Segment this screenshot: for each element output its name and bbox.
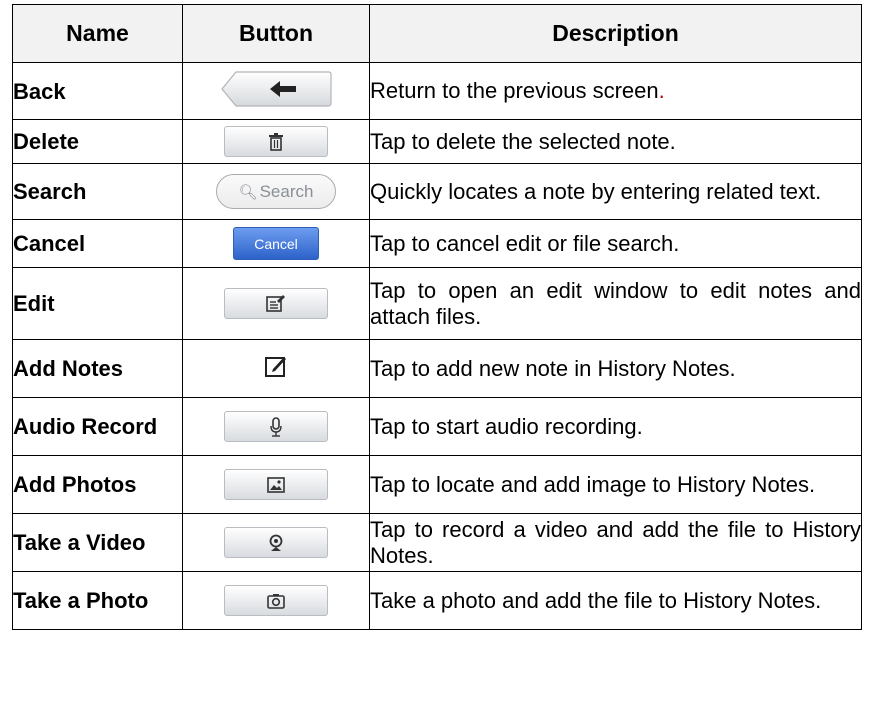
back-button[interactable]: [220, 70, 332, 107]
camera-icon: [267, 593, 285, 609]
table-row: Take a Photo Take a photo and add the fi…: [12, 571, 862, 630]
table-row: Delete Tap to delete the selected note.: [12, 119, 862, 164]
row-description: Tap to add new note in History Notes.: [369, 339, 862, 398]
row-name: Take a Video: [12, 513, 183, 572]
table-row: Back Return to the previous screen.: [12, 62, 862, 120]
back-arrow-icon: [221, 70, 332, 107]
cancel-button[interactable]: Cancel: [233, 227, 319, 260]
take-photo-button[interactable]: [224, 585, 328, 616]
header-row: Name Button Description: [12, 4, 862, 63]
row-description: Tap to start audio recording.: [369, 397, 862, 456]
edit-icon: [266, 294, 285, 312]
row-name: Cancel: [12, 219, 183, 268]
row-description: Tap to record a video and add the file t…: [369, 513, 862, 572]
search-button[interactable]: 🔍︎ Search: [216, 174, 336, 209]
compose-icon: [265, 357, 286, 377]
row-name: Add Notes: [12, 339, 183, 398]
row-description: Tap to locate and add image to History N…: [369, 455, 862, 514]
search-button-label: Search: [259, 181, 314, 201]
image-icon: [267, 476, 285, 493]
webcam-icon: [269, 534, 283, 551]
add-notes-button[interactable]: [264, 354, 288, 383]
table-row: Add Notes Tap to add new note in History…: [12, 339, 862, 398]
row-description: Return to the previous screen: [370, 78, 659, 103]
row-name: Edit: [12, 267, 183, 340]
row-description: Take a photo and add the file to History…: [369, 571, 862, 630]
edit-button[interactable]: [224, 288, 328, 319]
table-row: Cancel Cancel Tap to cancel edit or file…: [12, 219, 862, 268]
row-description: Quickly locates a note by entering relat…: [369, 163, 862, 220]
row-name: Add Photos: [12, 455, 183, 514]
row-name: Audio Record: [12, 397, 183, 456]
trash-icon: [269, 132, 283, 151]
search-icon: 🔍︎: [238, 183, 258, 201]
row-description-period: .: [658, 78, 665, 103]
take-video-button[interactable]: [224, 527, 328, 558]
table-row: Add Photos Tap to locate and add image t…: [12, 455, 862, 514]
button-reference-table: Name Button Description Back Return to t…: [12, 4, 862, 630]
table-row: Take a Video Tap to record a video and a…: [12, 513, 862, 572]
audio-record-button[interactable]: [224, 411, 328, 442]
row-description: Tap to delete the selected note.: [369, 119, 862, 164]
header-button: Button: [182, 4, 370, 63]
row-name: Delete: [12, 119, 183, 164]
row-description: Tap to open an edit window to edit notes…: [369, 267, 862, 340]
table-row: Search 🔍︎ Search Quickly locates a note b…: [12, 163, 862, 220]
delete-button[interactable]: [224, 126, 328, 157]
row-name: Back: [12, 62, 183, 120]
add-photos-button[interactable]: [224, 469, 328, 500]
header-description: Description: [369, 4, 862, 63]
header-name: Name: [12, 4, 183, 63]
microphone-icon: [270, 416, 282, 437]
row-name: Search: [12, 163, 183, 220]
table-row: Edit Tap to open an edit window to edit …: [12, 267, 862, 340]
row-name: Take a Photo: [12, 571, 183, 630]
table-row: Audio Record Tap to start audio recordin…: [12, 397, 862, 456]
row-description: Tap to cancel edit or file search.: [369, 219, 862, 268]
